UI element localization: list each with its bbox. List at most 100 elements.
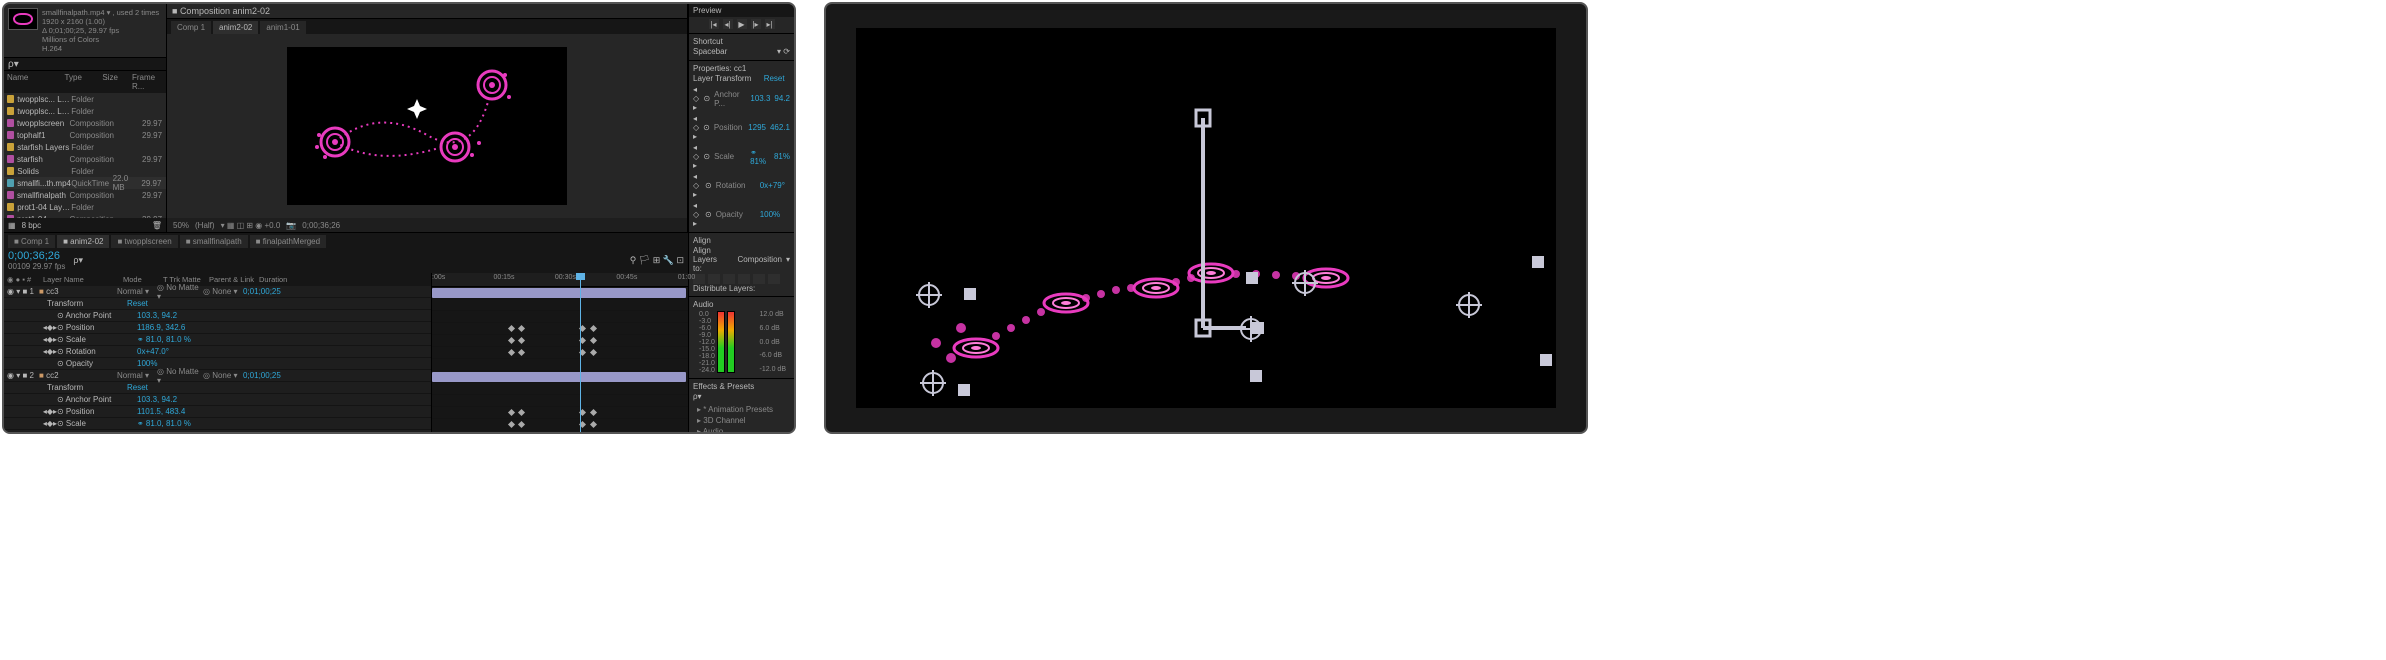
transform-property[interactable]: ◂ ◇ ▸ ⊙Anchor P...103.3 94.2 — [693, 84, 790, 113]
col-framerate[interactable]: Frame R... — [132, 73, 163, 91]
col-parent[interactable]: Parent & Link — [209, 275, 259, 284]
col-type[interactable]: Type — [65, 73, 103, 91]
camera-target-icon[interactable] — [922, 372, 944, 394]
effects-category[interactable]: ▸ 3D Channel — [697, 415, 786, 426]
trash-icon[interactable]: 🗑 — [152, 221, 162, 230]
align-top-icon[interactable] — [738, 274, 750, 284]
viewer-footer: 50% (Half) ▾ ▦ ◫ ⊞ ◉ +0.0 📷 0;00;36;26 — [167, 218, 687, 232]
project-list[interactable]: twopplsc... LayersFoldertwopplsc... Laye… — [4, 93, 166, 218]
camera-target-icon[interactable] — [918, 284, 940, 306]
col-size[interactable]: Size — [102, 73, 132, 91]
audio-meter-right — [727, 311, 735, 373]
project-item[interactable]: tophalf1Composition29.97 — [4, 129, 166, 141]
col-name[interactable]: Name — [7, 73, 65, 91]
timeline-tab[interactable]: ■ smallfinalpath — [180, 235, 248, 248]
col-duration[interactable]: Duration — [259, 275, 305, 284]
prev-frame-icon[interactable]: ◂| — [723, 19, 733, 29]
play-icon[interactable]: ▶ — [737, 19, 747, 29]
project-item[interactable]: smallfi...th.mp4QuickTime22.0 MB29.97 — [4, 177, 166, 189]
comp-tab[interactable]: anim1-01 — [260, 21, 305, 34]
bbox-handle[interactable] — [1540, 354, 1552, 366]
bit-depth[interactable]: 8 bpc — [22, 221, 42, 230]
layer-property[interactable]: ◂◆▸⊙ Rotation0x-79.0° — [4, 430, 431, 434]
project-item[interactable]: starfish LayersFolder — [4, 141, 166, 153]
align-vcenter-icon[interactable] — [753, 274, 765, 284]
layer-property[interactable]: TransformReset — [4, 382, 431, 394]
shortcut-dropdown[interactable]: Spacebar — [693, 47, 727, 56]
bbox-handle[interactable] — [1250, 370, 1262, 382]
align-target-dropdown[interactable]: Composition — [738, 255, 782, 264]
asset-meta-2: Millions of Colors — [42, 35, 159, 44]
comp-breadcrumb: Comp 1anim2-02anim1-01 — [167, 19, 687, 34]
layer-property[interactable]: ⊙ Anchor Point103.3, 94.2 — [4, 310, 431, 322]
layer-property[interactable]: ⊙ Opacity100% — [4, 358, 431, 370]
layer-property[interactable]: ◂◆▸⊙ Rotation0x+47.0° — [4, 346, 431, 358]
project-item[interactable]: prot1-04 LayersFolder — [4, 201, 166, 213]
right-panels: Preview |◂ ◂| ▶ |▸ ▸| Shortcut Spacebar▾… — [688, 4, 794, 434]
col-layer-name[interactable]: Layer Name — [43, 275, 123, 284]
timeline-timecode[interactable]: 0;00;36;26 — [8, 250, 65, 262]
project-search[interactable]: ρ▾ — [8, 59, 19, 70]
secondary-canvas[interactable] — [856, 28, 1556, 408]
after-effects-window: smallfinalpath.mp4 ▾ , used 2 times 1920… — [2, 2, 796, 434]
layer-property[interactable]: TransformReset — [4, 298, 431, 310]
shortcut-label: Shortcut — [693, 37, 790, 46]
viewer-timecode: 0;00;36;26 — [302, 221, 340, 230]
camera-icon[interactable]: 📷 — [286, 221, 296, 230]
timeline-tab[interactable]: ■ anim2-02 — [57, 235, 109, 248]
align-right-icon[interactable] — [723, 274, 735, 284]
timeline-search[interactable]: ρ▾ — [73, 255, 83, 266]
timeline-tab[interactable]: ■ twopplscreen — [111, 235, 177, 248]
composition-canvas[interactable] — [287, 47, 567, 205]
transform-property[interactable]: ◂ ◇ ▸ ⊙Opacity100% — [693, 200, 790, 229]
bin-icon[interactable]: ▦ — [8, 221, 16, 230]
transform-property[interactable]: ◂ ◇ ▸ ⊙Rotation0x+79° — [693, 171, 790, 200]
timeline-panel: ■ Comp 1■ anim2-02■ twopplscreen■ smallf… — [4, 232, 688, 434]
project-item[interactable]: starfishComposition29.97 — [4, 153, 166, 165]
layer-row[interactable]: ◉ ▾ ■ 1■ cc3Normal ▾◎ No Matte ▾◎ None ▾… — [4, 286, 431, 298]
timeline-graph[interactable]: :00s00:15s00:30s00:45s01:00 — [432, 273, 688, 434]
audio-meter-left — [717, 311, 725, 373]
bbox-handle[interactable] — [1532, 256, 1544, 268]
align-bottom-icon[interactable] — [768, 274, 780, 284]
effects-category[interactable]: ▸ Audio — [697, 426, 786, 434]
align-hcenter-icon[interactable] — [708, 274, 720, 284]
bbox-handle[interactable] — [1246, 272, 1258, 284]
project-item[interactable]: twopplsc... LayersFolder — [4, 105, 166, 117]
layer-property[interactable]: ⊙ Anchor Point103.3, 94.2 — [4, 394, 431, 406]
project-item[interactable]: smallfinalpathComposition29.97 — [4, 189, 166, 201]
transform-property[interactable]: ◂ ◇ ▸ ⊙Scale⚭ 81% 81% — [693, 142, 790, 171]
timeline-tab[interactable]: ■ finalpathMerged — [250, 235, 326, 248]
layer-property[interactable]: ◂◆▸⊙ Position1101.5, 483.4 — [4, 406, 431, 418]
effects-search[interactable]: ρ▾ — [693, 392, 702, 401]
align-to-label: Align Layers to: — [693, 246, 727, 273]
comp-tab[interactable]: anim2-02 — [213, 21, 258, 34]
playhead[interactable] — [580, 273, 581, 434]
camera-target-icon[interactable] — [1458, 294, 1480, 316]
project-panel: smallfinalpath.mp4 ▾ , used 2 times 1920… — [4, 4, 167, 232]
project-item[interactable]: SolidsFolder — [4, 165, 166, 177]
layer-property[interactable]: ◂◆▸⊙ Position1186.9, 342.6 — [4, 322, 431, 334]
anchor-target-icon[interactable] — [1240, 318, 1262, 340]
layer-row[interactable]: ◉ ▾ ■ 2■ cc2Normal ▾◎ No Matte ▾◎ None ▾… — [4, 370, 431, 382]
project-item[interactable]: twopplscreenComposition29.97 — [4, 117, 166, 129]
composition-viewer: ■ Composition anim2-02 Comp 1anim2-02ani… — [167, 4, 688, 232]
timeline-tab[interactable]: ■ Comp 1 — [8, 235, 55, 248]
audio-title: Audio — [693, 300, 790, 309]
camera-target-icon[interactable] — [1294, 272, 1316, 294]
effects-category[interactable]: ▸ * Animation Presets — [697, 404, 786, 415]
next-frame-icon[interactable]: |▸ — [751, 19, 761, 29]
bbox-handle[interactable] — [958, 384, 970, 396]
first-frame-icon[interactable]: |◂ — [709, 19, 719, 29]
zoom-dropdown[interactable]: 50% — [173, 221, 189, 230]
last-frame-icon[interactable]: ▸| — [765, 19, 775, 29]
layer-property[interactable]: ◂◆▸⊙ Scale⚭ 81.0, 81.0 % — [4, 418, 431, 430]
project-columns: Name Type Size Frame R... — [4, 71, 166, 93]
bbox-handle[interactable] — [964, 288, 976, 300]
transform-property[interactable]: ◂ ◇ ▸ ⊙Position1295 462.1 — [693, 113, 790, 142]
reset-button[interactable]: Reset — [764, 74, 785, 83]
resolution-dropdown[interactable]: (Half) — [195, 221, 215, 230]
layer-property[interactable]: ◂◆▸⊙ Scale⚭ 81.0, 81.0 % — [4, 334, 431, 346]
comp-tab[interactable]: Comp 1 — [171, 21, 211, 34]
project-item[interactable]: twopplsc... LayersFolder — [4, 93, 166, 105]
